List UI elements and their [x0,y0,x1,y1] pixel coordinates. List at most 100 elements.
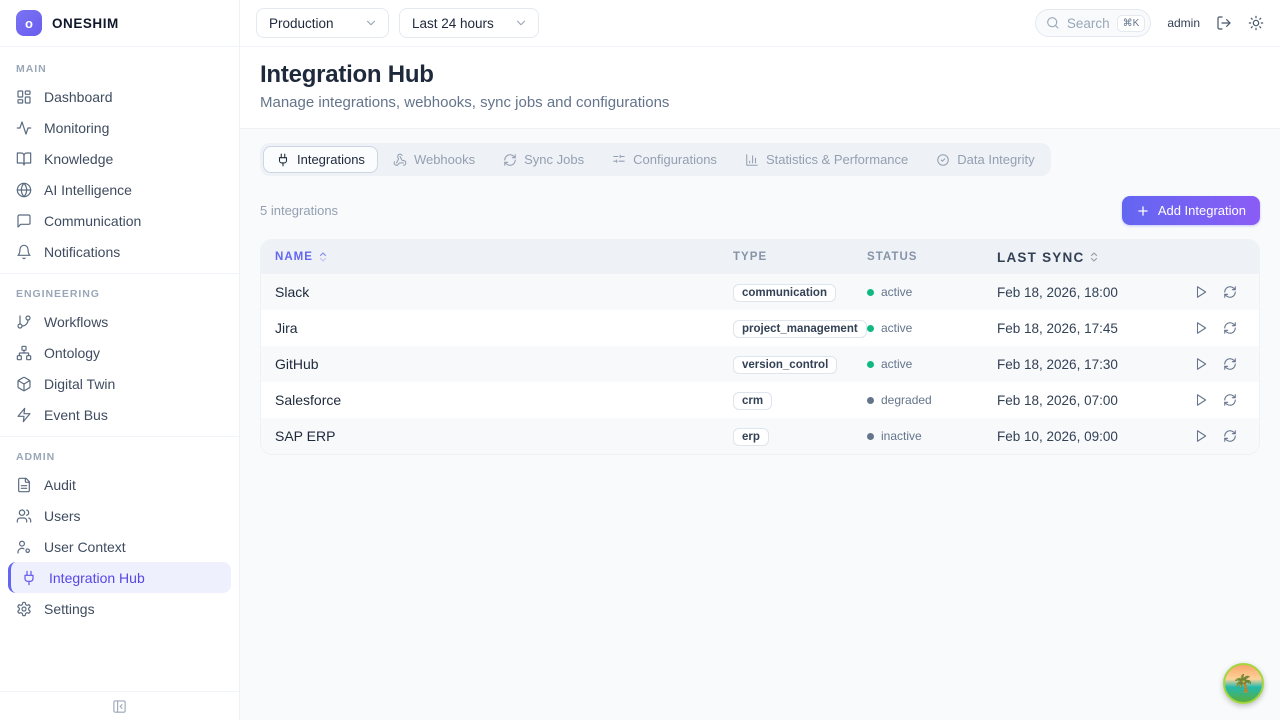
sort-icon [317,251,329,263]
tab-integrations[interactable]: Integrations [263,146,378,173]
status-dot [867,289,874,296]
status-badge: active [867,321,997,335]
refresh-button[interactable] [1223,429,1237,443]
status-dot [867,361,874,368]
brand-name: ONESHIM [52,16,119,31]
run-sync-button[interactable] [1194,357,1208,371]
column-header-name[interactable]: NAME [261,251,733,263]
sidebar-item-label: Ontology [44,345,100,361]
sidebar-item-label: Integration Hub [49,570,145,586]
column-header-label: STATUS [867,251,918,263]
topbar-right: Search ⌘K admin [1035,9,1264,37]
nav-section-main: MAIN Dashboard Monitoring Knowledge AI I… [0,49,239,273]
theme-toggle-button[interactable] [1248,15,1264,31]
island-fab-button[interactable]: 🌴 [1223,663,1264,704]
sliders-icon [612,153,626,167]
column-header-status[interactable]: STATUS [867,251,997,263]
table-row[interactable]: Slack communication active Feb 18, 2026,… [261,274,1259,310]
sidebar-item-user-context[interactable]: User Context [0,531,239,562]
refresh-button[interactable] [1223,321,1237,335]
time-range-select-value: Last 24 hours [412,16,494,31]
play-icon [1194,321,1208,335]
sidebar-item-knowledge[interactable]: Knowledge [0,143,239,174]
sidebar-item-label: Event Bus [44,407,108,423]
palm-tree-icon: 🌴 [1233,674,1254,694]
sidebar-item-notifications[interactable]: Notifications [0,236,239,267]
sidebar-item-monitoring[interactable]: Monitoring [0,112,239,143]
run-sync-button[interactable] [1194,429,1208,443]
refresh-icon [1223,285,1237,299]
table-row[interactable]: SAP ERP erp inactive Feb 10, 2026, 09:00 [261,418,1259,454]
status-dot [867,325,874,332]
search-input[interactable]: Search ⌘K [1035,9,1151,37]
book-open-icon [16,151,32,167]
tab-webhooks[interactable]: Webhooks [380,146,488,173]
topbar: Production Last 24 hours Search ⌘K admin [240,0,1280,47]
last-sync-value: Feb 18, 2026, 17:30 [997,357,1159,372]
status-dot [867,397,874,404]
table-row[interactable]: Jira project_management active Feb 18, 2… [261,310,1259,346]
dashboard-icon [16,89,32,105]
app-window: O ONESHIM MAIN Dashboard Monitoring Know… [0,0,1280,720]
tab-data-integrity[interactable]: Data Integrity [923,146,1047,173]
bar-chart-icon [745,153,759,167]
table-row[interactable]: GitHub version_control active Feb 18, 20… [261,346,1259,382]
sidebar-item-label: Knowledge [44,151,113,167]
column-header-type[interactable]: TYPE [733,251,867,263]
column-header-label: NAME [275,251,313,263]
sidebar-item-audit[interactable]: Audit [0,469,239,500]
logout-button[interactable] [1216,15,1232,31]
refresh-button[interactable] [1223,285,1237,299]
status-label: active [881,357,912,371]
environment-select[interactable]: Production [256,8,389,38]
cube-icon [16,376,32,392]
column-header-last-sync[interactable]: LAST SYNC [997,250,1159,265]
git-branch-icon [16,314,32,330]
status-badge: inactive [867,429,997,443]
refresh-icon [1223,357,1237,371]
type-badge: project_management [733,320,867,338]
sidebar-item-integration-hub[interactable]: Integration Hub [8,562,231,593]
sidebar-item-settings[interactable]: Settings [0,593,239,624]
run-sync-button[interactable] [1194,285,1208,299]
page-subtitle: Manage integrations, webhooks, sync jobs… [260,94,1260,111]
integrations-count: 5 integrations [260,203,338,218]
sidebar-item-dashboard[interactable]: Dashboard [0,81,239,112]
type-badge: communication [733,284,836,302]
type-badge: version_control [733,356,837,374]
refresh-button[interactable] [1223,393,1237,407]
time-range-select[interactable]: Last 24 hours [399,8,539,38]
run-sync-button[interactable] [1194,393,1208,407]
sidebar-item-users[interactable]: Users [0,500,239,531]
integrations-table: NAME TYPE STATUS LAST SYNC Slack communi… [260,239,1260,455]
sidebar-item-label: Settings [44,601,95,617]
play-icon [1194,429,1208,443]
tab-sync-jobs[interactable]: Sync Jobs [490,146,597,173]
nav-section-admin: ADMIN Audit Users User Context Integrati… [0,436,239,630]
sidebar-item-workflows[interactable]: Workflows [0,306,239,337]
tab-configurations[interactable]: Configurations [599,146,730,173]
tab-statistics-performance[interactable]: Statistics & Performance [732,146,921,173]
chevron-down-icon [364,16,378,30]
play-icon [1194,285,1208,299]
webhook-icon [393,153,407,167]
status-dot [867,433,874,440]
logout-icon [1216,15,1232,31]
run-sync-button[interactable] [1194,321,1208,335]
plug-icon [21,570,37,586]
integration-name: GitHub [261,356,733,372]
sidebar-item-ai-intelligence[interactable]: AI Intelligence [0,174,239,205]
sidebar-item-ontology[interactable]: Ontology [0,337,239,368]
sidebar-item-digital-twin[interactable]: Digital Twin [0,368,239,399]
status-badge: active [867,285,997,299]
table-row[interactable]: Salesforce crm degraded Feb 18, 2026, 07… [261,382,1259,418]
sidebar-item-event-bus[interactable]: Event Bus [0,399,239,430]
refresh-button[interactable] [1223,357,1237,371]
panel-collapse-icon [112,699,127,714]
sidebar-collapse-button[interactable] [0,691,239,720]
add-integration-button[interactable]: Add Integration [1122,196,1260,225]
column-header-label: LAST SYNC [997,250,1084,265]
integration-name: Jira [261,320,733,336]
sidebar-nav: MAIN Dashboard Monitoring Knowledge AI I… [0,47,239,691]
sidebar-item-communication[interactable]: Communication [0,205,239,236]
